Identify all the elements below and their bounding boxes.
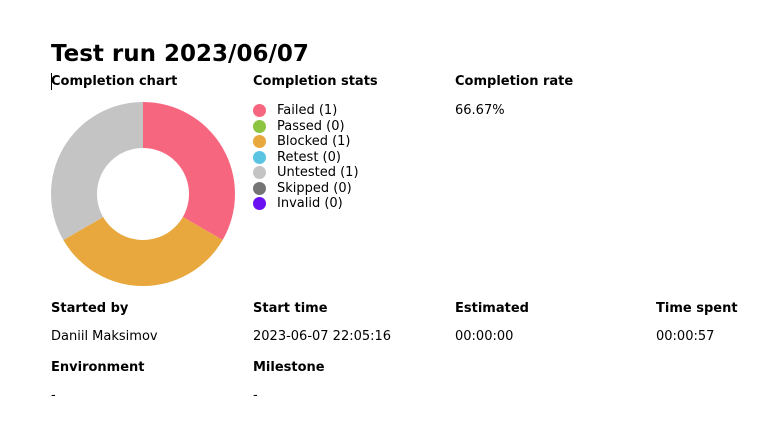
donut-slice-untested xyxy=(51,102,143,240)
legend-item-skipped: Skipped (0) xyxy=(253,181,359,197)
environment-label: Environment xyxy=(51,360,145,375)
legend-label-blocked: Blocked (1) xyxy=(277,134,351,149)
completion-chart-heading: Completion chart xyxy=(51,74,178,89)
page-title: Test run 2023/06/07 xyxy=(51,41,309,67)
milestone-label: Milestone xyxy=(253,360,325,375)
legend-label-skipped: Skipped (0) xyxy=(277,180,352,196)
legend-label-passed: Passed (0) xyxy=(277,118,345,134)
donut-slice-failed xyxy=(143,102,235,240)
legend-label-invalid: Invalid (0) xyxy=(277,196,343,211)
milestone-value: - xyxy=(253,388,258,403)
time-spent-label: Time spent xyxy=(656,301,738,316)
completion-rate-value: 66.67% xyxy=(455,103,505,118)
legend-dot-passed xyxy=(253,119,266,133)
legend-dot-skipped xyxy=(253,181,266,195)
estimated-value: 00:00:00 xyxy=(455,329,514,344)
completion-donut-chart xyxy=(51,102,235,286)
started-by-value: Daniil Maksimov xyxy=(51,329,158,344)
completion-rate-heading: Completion rate xyxy=(455,74,574,89)
legend-item-passed: Passed (0) xyxy=(253,119,359,135)
legend-item-retest: Retest (0) xyxy=(253,150,359,166)
legend-label-retest: Retest (0) xyxy=(277,149,341,165)
start-time-value: 2023-06-07 22:05:16 xyxy=(253,329,392,344)
legend-label-untested: Untested (1) xyxy=(277,165,359,180)
legend-dot-failed xyxy=(253,104,266,118)
start-time-label: Start time xyxy=(253,301,328,316)
started-by-label: Started by xyxy=(51,301,129,316)
legend-dot-untested xyxy=(253,166,266,180)
legend-item-untested: Untested (1) xyxy=(253,165,359,181)
time-spent-value: 00:00:57 xyxy=(656,329,715,344)
legend-label-failed: Failed (1) xyxy=(277,103,338,118)
legend-item-invalid: Invalid (0) xyxy=(253,196,359,212)
estimated-label: Estimated xyxy=(455,301,529,316)
legend-dot-retest xyxy=(253,150,266,164)
legend-dot-blocked xyxy=(253,135,266,149)
completion-stats-heading: Completion stats xyxy=(253,74,378,89)
completion-stats-legend: Failed (1) Passed (0) Blocked (1) Retest (0… xyxy=(253,103,359,212)
legend-item-blocked: Blocked (1) xyxy=(253,134,359,150)
legend-item-failed: Failed (1) xyxy=(253,103,359,119)
legend-dot-invalid xyxy=(253,197,266,211)
environment-value: - xyxy=(51,388,56,403)
donut-slice-blocked xyxy=(63,217,223,286)
